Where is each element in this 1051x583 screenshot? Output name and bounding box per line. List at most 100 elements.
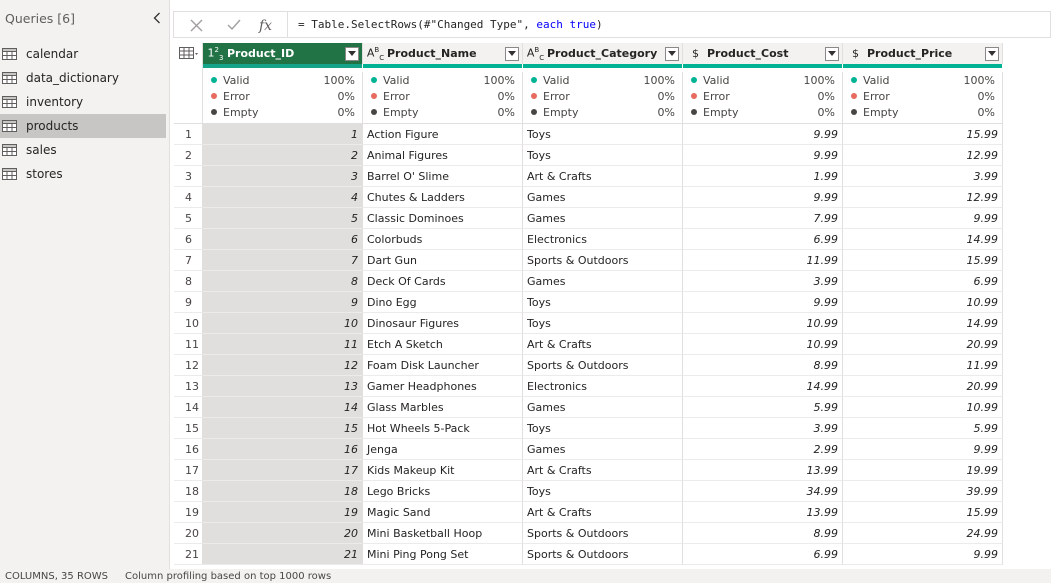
cell-product-cost[interactable]: 3.99	[683, 418, 843, 439]
column-header-product-cost[interactable]: $ Product_Cost	[683, 43, 843, 64]
cell-product-cost[interactable]: 34.99	[683, 481, 843, 502]
cell-product-price[interactable]: 14.99	[843, 313, 1003, 334]
profile-row-valid[interactable]: Valid 100%	[843, 72, 1002, 88]
cell-product-price[interactable]: 20.99	[843, 334, 1003, 355]
row-number[interactable]: 4	[174, 187, 203, 208]
cell-product-id[interactable]: 2	[203, 145, 363, 166]
cell-product-id[interactable]: 16	[203, 439, 363, 460]
cell-product-category[interactable]: Art & Crafts	[523, 460, 683, 481]
cell-product-price[interactable]: 5.99	[843, 418, 1003, 439]
row-number[interactable]: 3	[174, 166, 203, 187]
cell-product-id[interactable]: 19	[203, 502, 363, 523]
cell-product-price[interactable]: 3.99	[843, 166, 1003, 187]
cell-product-id[interactable]: 8	[203, 271, 363, 292]
cell-product-cost[interactable]: 6.99	[683, 229, 843, 250]
row-number[interactable]: 10	[174, 313, 203, 334]
cell-product-price[interactable]: 39.99	[843, 481, 1003, 502]
cell-product-id[interactable]: 18	[203, 481, 363, 502]
row-number[interactable]: 6	[174, 229, 203, 250]
cell-product-category[interactable]: Toys	[523, 481, 683, 502]
column-header-product-price[interactable]: $ Product_Price	[843, 43, 1003, 64]
cell-product-id[interactable]: 5	[203, 208, 363, 229]
cell-product-cost[interactable]: 10.99	[683, 313, 843, 334]
cell-product-category[interactable]: Games	[523, 439, 683, 460]
cell-product-category[interactable]: Sports & Outdoors	[523, 544, 683, 565]
row-number[interactable]: 7	[174, 250, 203, 271]
row-number[interactable]: 14	[174, 397, 203, 418]
row-number[interactable]: 16	[174, 439, 203, 460]
column-header-product-category[interactable]: ABC Product_Category	[523, 43, 683, 64]
cell-product-price[interactable]: 9.99	[843, 208, 1003, 229]
cell-product-name[interactable]: Jenga	[363, 439, 523, 460]
cell-product-price[interactable]: 14.99	[843, 229, 1003, 250]
profile-row-error[interactable]: Error 0%	[363, 88, 522, 104]
query-item-data-dictionary[interactable]: data_dictionary	[0, 66, 166, 90]
cell-product-name[interactable]: Dinosaur Figures	[363, 313, 523, 334]
cell-product-price[interactable]: 24.99	[843, 523, 1003, 544]
collapse-pane-button[interactable]	[150, 10, 164, 26]
row-number[interactable]: 15	[174, 418, 203, 439]
cell-product-id[interactable]: 12	[203, 355, 363, 376]
filter-dropdown-button[interactable]	[825, 46, 839, 61]
column-header-product-id[interactable]: 123 Product_ID	[203, 43, 363, 64]
cell-product-name[interactable]: Dino Egg	[363, 292, 523, 313]
profile-row-empty[interactable]: Empty 0%	[523, 104, 682, 120]
row-number[interactable]: 12	[174, 355, 203, 376]
cell-product-price[interactable]: 20.99	[843, 376, 1003, 397]
cell-product-cost[interactable]: 3.99	[683, 271, 843, 292]
profile-row-empty[interactable]: Empty 0%	[363, 104, 522, 120]
cell-product-category[interactable]: Games	[523, 271, 683, 292]
row-number[interactable]: 13	[174, 376, 203, 397]
cell-product-price[interactable]: 19.99	[843, 460, 1003, 481]
profile-row-empty[interactable]: Empty 0%	[843, 104, 1002, 120]
cell-product-id[interactable]: 7	[203, 250, 363, 271]
cell-product-id[interactable]: 14	[203, 397, 363, 418]
cell-product-cost[interactable]: 9.99	[683, 124, 843, 145]
profile-row-empty[interactable]: Empty 0%	[203, 104, 362, 120]
cell-product-price[interactable]: 10.99	[843, 292, 1003, 313]
cell-product-id[interactable]: 3	[203, 166, 363, 187]
cell-product-category[interactable]: Toys	[523, 145, 683, 166]
cell-product-category[interactable]: Electronics	[523, 229, 683, 250]
cell-product-id[interactable]: 6	[203, 229, 363, 250]
query-item-products[interactable]: products	[0, 114, 166, 138]
row-number[interactable]: 8	[174, 271, 203, 292]
query-item-inventory[interactable]: inventory	[0, 90, 166, 114]
row-number[interactable]: 19	[174, 502, 203, 523]
cell-product-name[interactable]: Deck Of Cards	[363, 271, 523, 292]
cell-product-price[interactable]: 12.99	[843, 145, 1003, 166]
row-number[interactable]: 17	[174, 460, 203, 481]
cell-product-cost[interactable]: 8.99	[683, 523, 843, 544]
cell-product-name[interactable]: Chutes & Ladders	[363, 187, 523, 208]
cell-product-id[interactable]: 17	[203, 460, 363, 481]
cell-product-category[interactable]: Sports & Outdoors	[523, 250, 683, 271]
formula-input[interactable]: = Table.SelectRows(#"Changed Type", each…	[298, 18, 603, 31]
currency-type-icon[interactable]: $	[843, 47, 865, 60]
cell-product-category[interactable]: Art & Crafts	[523, 502, 683, 523]
cell-product-name[interactable]: Colorbuds	[363, 229, 523, 250]
whole-number-type-icon[interactable]: 123	[203, 46, 225, 62]
cell-product-name[interactable]: Gamer Headphones	[363, 376, 523, 397]
text-type-icon[interactable]: ABC	[363, 46, 385, 62]
cell-product-id[interactable]: 15	[203, 418, 363, 439]
cell-product-cost[interactable]: 7.99	[683, 208, 843, 229]
cell-product-name[interactable]: Etch A Sketch	[363, 334, 523, 355]
profile-row-empty[interactable]: Empty 0%	[683, 104, 842, 120]
query-item-stores[interactable]: stores	[0, 162, 166, 186]
filter-dropdown-button[interactable]	[345, 46, 359, 61]
column-header-product-name[interactable]: ABC Product_Name	[363, 43, 523, 64]
row-number[interactable]: 18	[174, 481, 203, 502]
cell-product-category[interactable]: Electronics	[523, 376, 683, 397]
cell-product-id[interactable]: 13	[203, 376, 363, 397]
cell-product-name[interactable]: Mini Ping Pong Set	[363, 544, 523, 565]
cell-product-cost[interactable]: 9.99	[683, 292, 843, 313]
cell-product-category[interactable]: Games	[523, 187, 683, 208]
cell-product-cost[interactable]: 1.99	[683, 166, 843, 187]
cell-product-price[interactable]: 6.99	[843, 271, 1003, 292]
cell-product-price[interactable]: 10.99	[843, 397, 1003, 418]
cell-product-name[interactable]: Dart Gun	[363, 250, 523, 271]
cell-product-name[interactable]: Animal Figures	[363, 145, 523, 166]
row-number[interactable]: 1	[174, 124, 203, 145]
cell-product-name[interactable]: Action Figure	[363, 124, 523, 145]
cell-product-cost[interactable]: 6.99	[683, 544, 843, 565]
